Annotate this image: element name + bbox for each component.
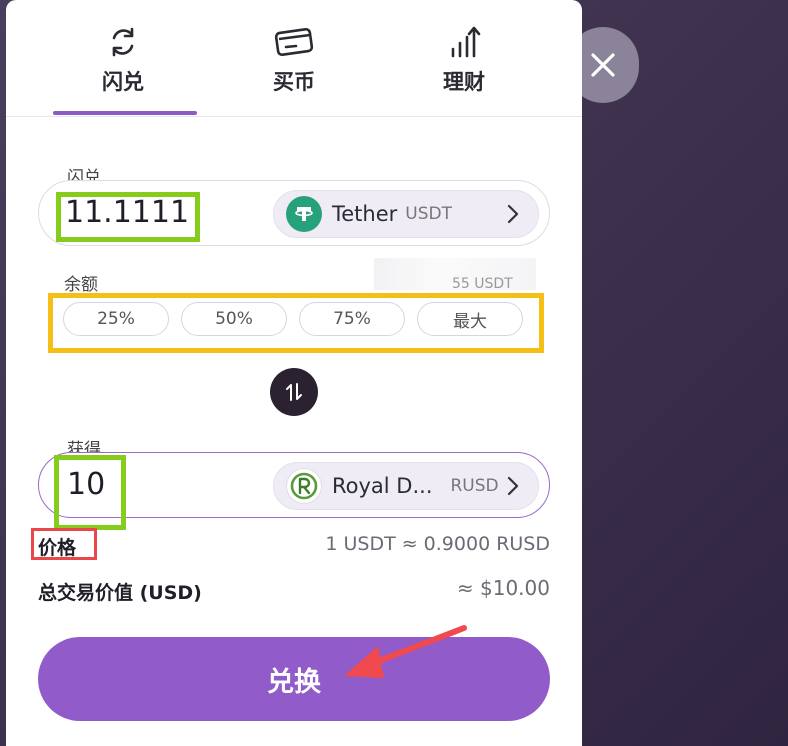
to-token-symbol: RUSD: [450, 476, 499, 496]
tether-logo-icon: [286, 196, 322, 232]
percent-options: 25% 50% 75% 最大: [63, 302, 523, 336]
tab-buy-label: 买币: [273, 70, 315, 94]
swap-direction-button[interactable]: [270, 368, 318, 416]
swap-panel: 闪兑 买币 理财 闪兑 11.1111 Tether USDT 余额 55 US…: [6, 0, 582, 746]
from-token-name: Tether: [332, 202, 398, 226]
percent-25-button[interactable]: 25%: [63, 302, 169, 336]
to-amount-highlight: [54, 455, 126, 530]
balance-value: 55 USDT: [452, 276, 513, 292]
tab-swap-label: 闪兑: [102, 70, 144, 94]
tab-buy[interactable]: 买币: [224, 24, 364, 96]
close-icon: [591, 53, 615, 77]
active-tab-indicator: [53, 111, 197, 115]
swap-arrows-icon: [286, 383, 302, 401]
to-token-selector[interactable]: Royal D... RUSD: [273, 462, 539, 510]
tab-bar: 闪兑 买币 理财: [6, 0, 582, 117]
tab-earn[interactable]: 理财: [394, 24, 534, 96]
price-value: 1 USDT ≈ 0.9000 RUSD: [325, 533, 550, 555]
percent-50-button[interactable]: 50%: [181, 302, 287, 336]
percent-75-button[interactable]: 75%: [299, 302, 405, 336]
from-token-symbol: USDT: [405, 204, 452, 224]
from-token-selector[interactable]: Tether USDT: [273, 190, 539, 238]
from-amount-highlight: [56, 192, 200, 242]
swap-cycle-icon: [112, 27, 134, 57]
chevron-right-icon: [507, 476, 519, 496]
growth-chart-icon: [451, 26, 481, 58]
chevron-right-icon: [507, 204, 519, 224]
to-token-name: Royal D...: [332, 474, 433, 498]
percent-max-button[interactable]: 最大: [417, 302, 523, 336]
total-value: ≈ $10.00: [456, 576, 550, 600]
price-label: 价格: [38, 537, 77, 559]
total-label: 总交易价值 (USD): [38, 582, 202, 604]
tab-swap[interactable]: 闪兑: [53, 24, 193, 96]
royal-logo-icon: [286, 468, 322, 504]
balance-label: 余额: [64, 275, 98, 295]
card-icon: [274, 27, 314, 57]
tab-earn-label: 理财: [443, 70, 485, 94]
pointer-arrow-icon: [344, 625, 467, 678]
